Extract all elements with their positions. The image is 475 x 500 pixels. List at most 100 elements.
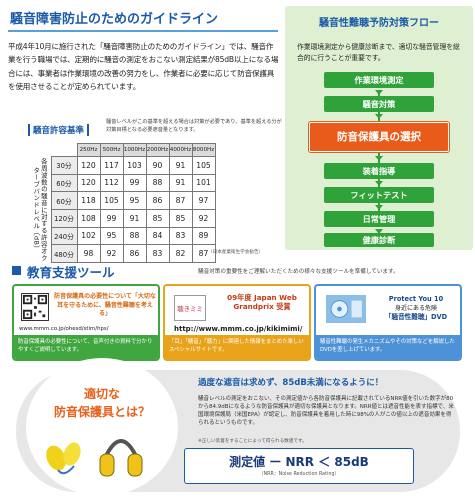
table-cell: 90 [145,156,170,175]
table-cell: 86 [122,244,147,263]
table-row-label: 60分 [50,173,78,193]
table-cell: 89 [191,226,216,246]
kikimimi-preview: 聴きミミ 09年度 Japan Web Grandprix 受賞 http://… [168,289,306,333]
table-cell: 117 [99,156,124,175]
table-cell: 97 [191,191,216,210]
kikimimi-award: 09年度 Japan Web Grandprix 受賞 [227,293,297,311]
table-cell: 83 [145,244,170,263]
table-cell: 98 [76,244,101,263]
protector-note: ※正しい装着をすることによって得られる数値です。 [198,439,307,444]
table-cell: 92 [99,244,124,263]
limit-label: 騒音許容基準 [28,124,90,136]
flow-step-fitting-guidance: 装着指導 [324,163,434,179]
table-cell: 103 [122,156,147,175]
table-corner [28,143,51,157]
dvd-cover-icon [325,294,367,324]
table-row-label: 240分 [50,226,78,246]
table-row-label: 480分 [50,244,78,263]
question-line-2: 防音保護具とは？ [53,405,150,419]
flow-step-fit-test: フィットテスト [324,187,434,203]
web-material-preview: 防音保護具の必要性について「大切な耳を守るために、騒音性難聴を考える」 www.… [17,289,156,333]
dvd-title: 「騒音性難聴」DVD [384,313,448,321]
table-cell: 92 [191,208,216,228]
qr-code-icon [21,293,49,321]
table-cell: 99 [99,208,124,228]
table-cell: 91 [168,156,193,175]
table-cell: 120 [76,156,101,175]
table-cell: 105 [99,191,124,210]
flow-arrow-icon [375,90,383,95]
flow-step-health-check: 健康診断 [324,233,434,247]
dvd-headline: Protect You 10 [388,295,444,303]
flow-step-daily-management: 日常管理 [324,211,434,227]
dvd-footer: 騒音性難聴の発生メカニズムやその対策などを解説したDVDを差し上げています。 [316,335,460,359]
earplug-icon [46,442,81,475]
dvd-preview: Protect You 10 身近にある危険 「騒音性難聴」DVD [319,289,457,333]
table-row: 60分 120 112 99 88 91 101 [28,173,216,193]
tool-card-kikimimi[interactable]: 聴きミミ 09年度 Japan Web Grandprix 受賞 http://… [163,284,311,361]
web-material-footer: 防音保護具の必要性について、音声付きの資料で分かりやすくご説明しています。 [14,335,158,359]
table-header: 1000Hz [122,143,147,157]
tool-card-web-material[interactable]: 防音保護具の必要性について「大切な耳を守るために、騒音性難聴を考える」 www.… [12,284,160,361]
guideline-body: 平成4年10月に施行された「騒音障害防止のためのガイドライン」では、騒音作業を行… [8,42,279,92]
table-cell: 99 [122,173,147,193]
flow-description: 作業環境測定から健康診断まで、適切な騒音管理を総合的に行うことが重要です。 [297,43,460,62]
table-cell: 88 [145,173,170,193]
table-source: （日本産業衛生学会勧告） [208,250,264,255]
dvd-text: Protect You 10 身近にある危険 「騒音性難聴」DVD [373,295,459,322]
table-cell: 108 [76,208,101,228]
flow-title: 騒音性難聴予防対策フロー [319,18,439,29]
side-label-text: 各周波数の騒音に対する許容オクターブバンドレベル〔dB〕 [32,157,48,262]
nrr-formula-box: 測定値 ー NRR ＜ 85dB （NRR：Noise Reduction Ra… [184,448,414,484]
table-cell: 91 [122,208,147,228]
table-row: 60分 118 105 95 86 87 97 [28,191,216,210]
nrr-formula: 測定値 ー NRR ＜ 85dB [229,455,369,469]
table-header: 2000Hz [145,143,170,157]
table-row: 120分 108 99 91 85 85 92 [28,208,216,228]
question-line-1: 適切な [83,387,120,401]
table-header: 8000Hz [191,143,216,157]
table-cell: 83 [168,226,193,246]
table-row: 240分 102 95 88 84 83 89 [28,226,216,246]
protector-question: 適切な 防音保護具とは？ [40,385,164,421]
table-cell: 85 [145,208,170,228]
table-cell: 86 [145,191,170,210]
web-material-url[interactable]: www.mmm.co.jp/ohesd/stim/hps/ [19,326,109,332]
table-row-label: 30分 [50,156,78,175]
education-title: 教育支援ツール [27,265,115,280]
flow-step-measurement: 作業環境測定 [324,72,434,88]
table-cell: 105 [191,156,216,175]
table-header: 500Hz [99,143,124,157]
table-cell: 95 [99,226,124,246]
flow-arrow-icon [375,181,383,186]
flow-step-protector-selection: 防音保護具の選択 [309,122,449,152]
dvd-subline: 身近にある危険 [394,305,437,312]
kikimimi-logo: 聴きミミ [174,295,206,321]
web-material-headline: 防音保護具の必要性について「大切な耳を守るために、騒音性難聴を考える」 [54,293,156,317]
table-header: 4000Hz [168,143,193,157]
education-caption: 騒音対策の重要性をご理解いただくための様々な支援ツールを準備しています。 [198,269,399,275]
table-cell: 101 [191,173,216,193]
table-corner [51,143,77,157]
table-row: 各周波数の騒音に対する許容オクターブバンドレベル〔dB〕 30分 120 117… [28,156,216,263]
table-cell: 85 [168,208,193,228]
table-cell: 84 [145,226,170,246]
flow-arrow-icon [375,114,383,119]
tool-card-dvd[interactable]: Protect You 10 身近にある危険 「騒音性難聴」DVD 騒音性難聴の… [314,284,462,361]
kikimimi-url[interactable]: http://www.mmm.co.jp/kikimimi/ [174,325,302,333]
table-row-label: 60分 [50,191,78,210]
title-divider [8,30,278,32]
guideline-section: 騒音障害防止のためのガイドライン 平成4年10月に施行された「騒音障害防止のため… [0,0,284,263]
protector-body: 騒音レベルの測定をおこない、その測定値から各防音保護具に記載されているNRR値を… [198,396,454,426]
table-header: 250Hz [76,143,101,157]
table-header-row: 250Hz 500Hz 1000Hz 2000Hz 4000Hz 8000Hz [28,143,216,157]
table-row: 480分 98 92 86 83 82 87 [28,244,216,263]
table-cell: 91 [168,173,193,193]
limit-note: 騒音レベルがこの基準を超える場合は対策が必要であり、基準を超える分が対策目標とな… [106,119,282,133]
section-bullet-icon [12,266,21,275]
table-cell: 118 [76,191,101,210]
guideline-title: 騒音障害防止のためのガイドライン [10,12,219,27]
prevention-flow-panel: 騒音性難聴予防対策フロー 作業環境測定から健康診断まで、適切な騒音管理を総合的に… [285,6,473,250]
table-row-label: 120分 [50,208,78,228]
kikimimi-footer: 「耳」「騒音」「聴力」に関連した情報をまとめた楽しいスペシャルサイトです。 [165,335,309,359]
